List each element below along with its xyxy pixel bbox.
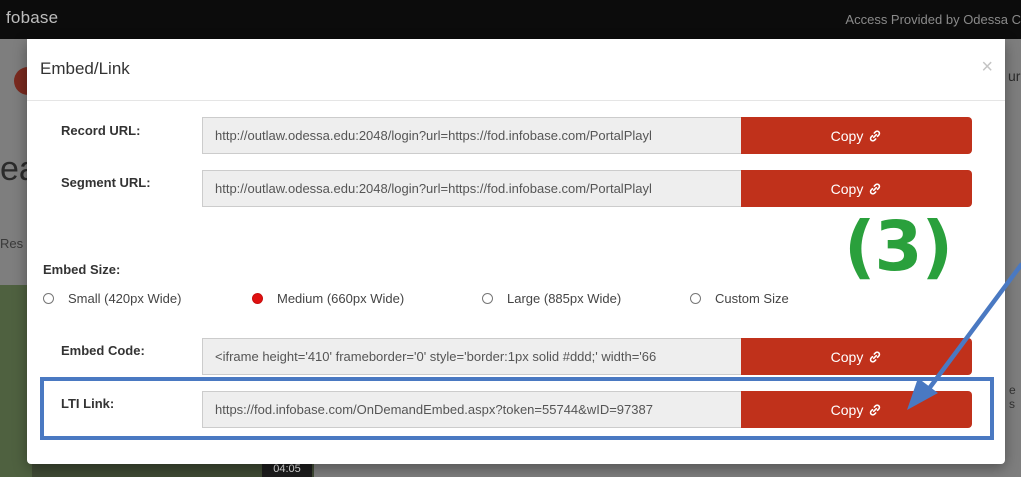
background-partial-text: ur (1008, 68, 1021, 84)
link-icon (870, 350, 881, 363)
background-partial-tab: Res (0, 236, 24, 251)
segment-url-field[interactable] (202, 170, 742, 207)
radio-button[interactable] (482, 293, 493, 304)
radio-button[interactable] (690, 293, 701, 304)
copy-button-label: Copy (830, 127, 864, 144)
embed-code-field[interactable] (202, 338, 742, 375)
radio-large[interactable]: Large (885px Wide) (482, 291, 621, 306)
radio-small[interactable]: Small (420px Wide) (43, 291, 181, 306)
record-url-field[interactable] (202, 117, 742, 154)
copy-segment-url-button[interactable]: Copy (741, 170, 972, 207)
top-bar: fobase Access Provided by Odessa C (0, 0, 1021, 39)
radio-button-selected[interactable] (252, 293, 263, 304)
copy-embed-code-button[interactable]: Copy (741, 338, 972, 375)
radio-medium[interactable]: Medium (660px Wide) (252, 291, 404, 306)
modal-header: Embed/Link × (27, 39, 1005, 101)
link-icon (870, 129, 881, 142)
record-url-label: Record URL: (61, 123, 141, 138)
background-partial-side: e s (1009, 383, 1016, 411)
copy-button-label: Copy (830, 180, 864, 197)
radio-large-label: Large (885px Wide) (507, 291, 622, 306)
radio-custom-label: Custom Size (715, 291, 789, 306)
modal-title: Embed/Link (40, 59, 130, 78)
annotation-step-number: (3) (844, 207, 953, 287)
access-provider-text: Access Provided by Odessa C (845, 12, 1021, 27)
annotation-highlight-box (40, 377, 994, 440)
site-logo: fobase (6, 8, 59, 27)
embed-size-label: Embed Size: (43, 262, 121, 277)
copy-button-label: Copy (830, 348, 864, 365)
radio-custom[interactable]: Custom Size (690, 291, 789, 306)
radio-small-label: Small (420px Wide) (68, 291, 182, 306)
link-icon (870, 182, 881, 195)
embed-code-label: Embed Code: (61, 343, 145, 358)
radio-medium-label: Medium (660px Wide) (277, 291, 405, 306)
radio-button[interactable] (43, 293, 54, 304)
copy-record-url-button[interactable]: Copy (741, 117, 972, 154)
close-icon[interactable]: × (981, 56, 993, 79)
segment-url-label: Segment URL: (61, 175, 151, 190)
